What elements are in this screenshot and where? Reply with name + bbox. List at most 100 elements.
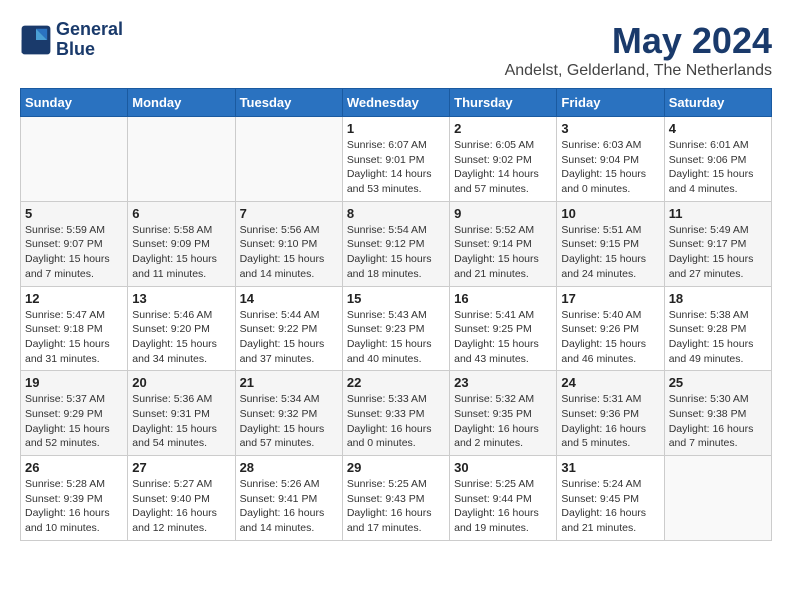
day-number: 25 [669, 375, 767, 390]
day-number: 19 [25, 375, 123, 390]
day-number: 27 [132, 460, 230, 475]
day-number: 22 [347, 375, 445, 390]
header-day-wednesday: Wednesday [342, 89, 449, 117]
calendar-cell: 20Sunrise: 5:36 AM Sunset: 9:31 PM Dayli… [128, 371, 235, 456]
day-number: 14 [240, 291, 338, 306]
header-row: SundayMondayTuesdayWednesdayThursdayFrid… [21, 89, 772, 117]
day-info: Sunrise: 5:43 AM Sunset: 9:23 PM Dayligh… [347, 308, 445, 367]
day-number: 15 [347, 291, 445, 306]
day-info: Sunrise: 5:56 AM Sunset: 9:10 PM Dayligh… [240, 223, 338, 282]
title-block: May 2024 Andelst, Gelderland, The Nether… [505, 20, 772, 80]
calendar-cell: 4Sunrise: 6:01 AM Sunset: 9:06 PM Daylig… [664, 117, 771, 202]
calendar-cell: 18 Sunrise: 5:38 AM Sunset: 9:28 PM Dayli… [664, 286, 771, 371]
logo: General Blue [20, 20, 123, 60]
calendar-cell: 15 Sunrise: 5:43 AM Sunset: 9:23 PM Dayli… [342, 286, 449, 371]
day-info: Sunrise: 5:31 AM Sunset: 9:36 PM Dayligh… [561, 392, 659, 451]
day-number: 7 [240, 206, 338, 221]
day-number: 21 [240, 375, 338, 390]
header-day-monday: Monday [128, 89, 235, 117]
calendar-cell: 13Sunrise: 5:46 AM Sunset: 9:20 PM Dayli… [128, 286, 235, 371]
week-row-1: 1 Sunrise: 6:07 AM Sunset: 9:01 PM Daylig… [21, 117, 772, 202]
calendar-cell: 19 Sunrise: 5:37 AM Sunset: 9:29 PM Dayli… [21, 371, 128, 456]
calendar-cell: 14 Sunrise: 5:44 AM Sunset: 9:22 PM Dayli… [235, 286, 342, 371]
day-number: 1 [347, 121, 445, 136]
day-number: 29 [347, 460, 445, 475]
calendar-cell: 17Sunrise: 5:40 AM Sunset: 9:26 PM Dayli… [557, 286, 664, 371]
day-number: 10 [561, 206, 659, 221]
day-info: Sunrise: 5:34 AM Sunset: 9:32 PM Dayligh… [240, 392, 338, 451]
day-info: Sunrise: 5:40 AM Sunset: 9:26 PM Dayligh… [561, 308, 659, 367]
day-info: Sunrise: 5:38 AM Sunset: 9:28 PM Dayligh… [669, 308, 767, 367]
header-day-friday: Friday [557, 89, 664, 117]
calendar-cell: 28 Sunrise: 5:26 AM Sunset: 9:41 PM Dayli… [235, 456, 342, 541]
calendar-cell: 16Sunrise: 5:41 AM Sunset: 9:25 PM Dayli… [450, 286, 557, 371]
day-info: Sunrise: 5:27 AM Sunset: 9:40 PM Dayligh… [132, 477, 230, 536]
day-info: Sunrise: 5:52 AM Sunset: 9:14 PM Dayligh… [454, 223, 552, 282]
calendar-cell: 6 Sunrise: 5:58 AM Sunset: 9:09 PM Daylig… [128, 201, 235, 286]
header-day-saturday: Saturday [664, 89, 771, 117]
day-number: 23 [454, 375, 552, 390]
day-number: 9 [454, 206, 552, 221]
calendar-cell: 23 Sunrise: 5:32 AM Sunset: 9:35 PM Dayli… [450, 371, 557, 456]
calendar-cell [21, 117, 128, 202]
day-info: Sunrise: 5:25 AM Sunset: 9:43 PM Dayligh… [347, 477, 445, 536]
day-info: Sunrise: 6:01 AM Sunset: 9:06 PM Dayligh… [669, 138, 767, 197]
calendar-cell: 29 Sunrise: 5:25 AM Sunset: 9:43 PM Dayli… [342, 456, 449, 541]
calendar-cell: 30 Sunrise: 5:25 AM Sunset: 9:44 PM Dayli… [450, 456, 557, 541]
day-number: 31 [561, 460, 659, 475]
calendar-cell: 25 Sunrise: 5:30 AM Sunset: 9:38 PM Dayli… [664, 371, 771, 456]
day-number: 3 [561, 121, 659, 136]
day-info: Sunrise: 5:41 AM Sunset: 9:25 PM Dayligh… [454, 308, 552, 367]
day-info: Sunrise: 5:44 AM Sunset: 9:22 PM Dayligh… [240, 308, 338, 367]
calendar-cell: 8 Sunrise: 5:54 AM Sunset: 9:12 PM Daylig… [342, 201, 449, 286]
logo-icon [20, 24, 52, 56]
day-info: Sunrise: 5:32 AM Sunset: 9:35 PM Dayligh… [454, 392, 552, 451]
calendar-cell: 3Sunrise: 6:03 AM Sunset: 9:04 PM Daylig… [557, 117, 664, 202]
day-info: Sunrise: 6:07 AM Sunset: 9:01 PM Dayligh… [347, 138, 445, 197]
day-number: 11 [669, 206, 767, 221]
day-info: Sunrise: 5:25 AM Sunset: 9:44 PM Dayligh… [454, 477, 552, 536]
day-info: Sunrise: 5:30 AM Sunset: 9:38 PM Dayligh… [669, 392, 767, 451]
calendar-cell: 22 Sunrise: 5:33 AM Sunset: 9:33 PM Dayli… [342, 371, 449, 456]
week-row-4: 19 Sunrise: 5:37 AM Sunset: 9:29 PM Dayli… [21, 371, 772, 456]
day-info: Sunrise: 5:24 AM Sunset: 9:45 PM Dayligh… [561, 477, 659, 536]
logo-text: General Blue [56, 20, 123, 60]
calendar-cell: 26Sunrise: 5:28 AM Sunset: 9:39 PM Dayli… [21, 456, 128, 541]
day-info: Sunrise: 5:26 AM Sunset: 9:41 PM Dayligh… [240, 477, 338, 536]
day-number: 28 [240, 460, 338, 475]
day-info: Sunrise: 5:51 AM Sunset: 9:15 PM Dayligh… [561, 223, 659, 282]
calendar-cell: 7 Sunrise: 5:56 AM Sunset: 9:10 PM Daylig… [235, 201, 342, 286]
day-number: 13 [132, 291, 230, 306]
calendar-cell: 5 Sunrise: 5:59 AM Sunset: 9:07 PM Daylig… [21, 201, 128, 286]
day-number: 6 [132, 206, 230, 221]
calendar-cell: 12Sunrise: 5:47 AM Sunset: 9:18 PM Dayli… [21, 286, 128, 371]
calendar-cell [235, 117, 342, 202]
day-info: Sunrise: 5:33 AM Sunset: 9:33 PM Dayligh… [347, 392, 445, 451]
day-info: Sunrise: 5:36 AM Sunset: 9:31 PM Dayligh… [132, 392, 230, 451]
day-number: 5 [25, 206, 123, 221]
location-subtitle: Andelst, Gelderland, The Netherlands [505, 62, 772, 80]
month-title: May 2024 [505, 20, 772, 62]
calendar-cell [664, 456, 771, 541]
day-number: 8 [347, 206, 445, 221]
calendar-cell: 2 Sunrise: 6:05 AM Sunset: 9:02 PM Daylig… [450, 117, 557, 202]
day-info: Sunrise: 6:05 AM Sunset: 9:02 PM Dayligh… [454, 138, 552, 197]
day-number: 18 [669, 291, 767, 306]
week-row-2: 5 Sunrise: 5:59 AM Sunset: 9:07 PM Daylig… [21, 201, 772, 286]
page-header: General Blue May 2024 Andelst, Gelderlan… [20, 20, 772, 80]
header-day-tuesday: Tuesday [235, 89, 342, 117]
day-info: Sunrise: 5:59 AM Sunset: 9:07 PM Dayligh… [25, 223, 123, 282]
day-info: Sunrise: 5:47 AM Sunset: 9:18 PM Dayligh… [25, 308, 123, 367]
calendar-cell: 10 Sunrise: 5:51 AM Sunset: 9:15 PM Dayli… [557, 201, 664, 286]
day-info: Sunrise: 5:58 AM Sunset: 9:09 PM Dayligh… [132, 223, 230, 282]
calendar-cell: 9 Sunrise: 5:52 AM Sunset: 9:14 PM Daylig… [450, 201, 557, 286]
week-row-3: 12Sunrise: 5:47 AM Sunset: 9:18 PM Dayli… [21, 286, 772, 371]
calendar-cell: 24Sunrise: 5:31 AM Sunset: 9:36 PM Dayli… [557, 371, 664, 456]
day-info: Sunrise: 5:28 AM Sunset: 9:39 PM Dayligh… [25, 477, 123, 536]
day-number: 30 [454, 460, 552, 475]
calendar-cell: 31 Sunrise: 5:24 AM Sunset: 9:45 PM Dayli… [557, 456, 664, 541]
day-number: 2 [454, 121, 552, 136]
calendar-cell: 21 Sunrise: 5:34 AM Sunset: 9:32 PM Dayli… [235, 371, 342, 456]
day-info: Sunrise: 5:54 AM Sunset: 9:12 PM Dayligh… [347, 223, 445, 282]
day-info: Sunrise: 5:37 AM Sunset: 9:29 PM Dayligh… [25, 392, 123, 451]
